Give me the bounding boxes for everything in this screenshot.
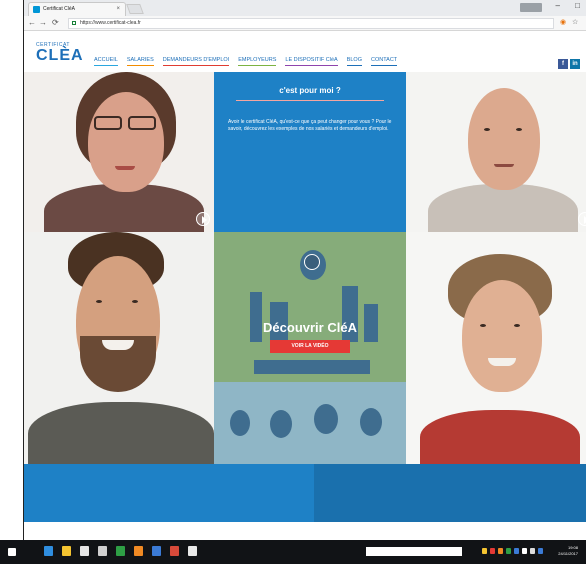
- video-tile[interactable]: Découvrir CléA VOIR LA VIDÉO: [214, 232, 406, 464]
- chrome-icon[interactable]: [134, 546, 143, 556]
- testimonial-tile-man-bald[interactable]: [406, 72, 586, 232]
- browser-window: Certificat CléA × – □ ← → ⟳ https://www.…: [24, 0, 586, 540]
- intro-title: c'est pour moi ?: [279, 86, 341, 95]
- watch-video-button[interactable]: VOIR LA VIDÉO: [270, 340, 350, 353]
- testimonial-grid: c'est pour moi ? Avoir le certificat Clé…: [24, 72, 586, 464]
- portrait-eye: [484, 128, 490, 131]
- volume-icon[interactable]: [530, 548, 535, 554]
- lock-icon: [72, 21, 76, 25]
- network-icon[interactable]: [522, 548, 527, 554]
- intro-text: Avoir le certificat CléA, qu'est-ce que …: [228, 119, 392, 132]
- video-title: Découvrir CléA: [263, 320, 357, 335]
- windows-start-icon[interactable]: [8, 548, 16, 556]
- browser-titlebar: Certificat CléA × – □: [24, 0, 586, 16]
- tray-icon[interactable]: [490, 548, 495, 554]
- play-icon[interactable]: [196, 212, 210, 226]
- portrait-shoulders: [28, 402, 214, 464]
- linkedin-icon[interactable]: in: [570, 59, 580, 69]
- tray-icon[interactable]: [482, 548, 487, 554]
- play-icon[interactable]: [578, 212, 586, 226]
- taskbar-app-icon[interactable]: [80, 546, 89, 556]
- intro-tile: c'est pour moi ? Avoir le certificat Clé…: [214, 72, 406, 232]
- testimonial-tile-man-curly[interactable]: [406, 232, 586, 464]
- intro-divider: [236, 100, 384, 101]
- nav-salaries[interactable]: SALARIES: [126, 57, 154, 66]
- main-nav: ACCUEIL SALARIES DEMANDEURS D'EMPLOI EMP…: [94, 57, 398, 66]
- illustration-icon: [230, 410, 250, 436]
- excel-icon[interactable]: [116, 546, 125, 556]
- reload-icon[interactable]: ⟳: [52, 18, 59, 28]
- portrait-smile: [488, 358, 516, 366]
- nav-employeurs[interactable]: EMPLOYEURS: [238, 57, 277, 66]
- illustration-icon: [360, 408, 382, 436]
- site-logo[interactable]: CLÈA: [36, 47, 84, 65]
- portrait-smile: [102, 340, 134, 350]
- url-text: https://www.certificat-clea.fr: [80, 20, 141, 26]
- window-user-badge[interactable]: [520, 3, 542, 12]
- nav-dispositif-clea[interactable]: LE DISPOSITIF CléA: [285, 57, 338, 66]
- tab-title: Certificat CléA: [43, 6, 75, 12]
- nav-contact[interactable]: CONTACT: [370, 57, 398, 66]
- word-icon[interactable]: [152, 546, 161, 556]
- taskbar-search-box[interactable]: [366, 547, 462, 556]
- bookmark-star-icon[interactable]: ☆: [572, 18, 578, 26]
- portrait-shoulders: [428, 184, 578, 232]
- browser-toolbar: ← → ⟳ https://www.certificat-clea.fr ◉ ☆: [24, 16, 586, 31]
- portrait-eye: [514, 324, 520, 327]
- nav-blog[interactable]: BLOG: [346, 57, 362, 66]
- testimonial-tile-woman[interactable]: [24, 72, 214, 232]
- left-margin-strip: [0, 0, 24, 540]
- footer-band: [24, 464, 314, 522]
- browser-tab[interactable]: Certificat CléA ×: [28, 2, 126, 16]
- portrait-eye: [480, 324, 486, 327]
- taskbar-app-icon[interactable]: [98, 546, 107, 556]
- testimonial-tile-man-bearded[interactable]: [24, 232, 214, 464]
- illustration-desk: [254, 360, 370, 374]
- site-favicon-icon: [33, 6, 40, 13]
- portrait-eye: [96, 300, 102, 303]
- tray-icon[interactable]: [498, 548, 503, 554]
- portrait-face: [88, 92, 164, 192]
- extension-icon[interactable]: ◉: [560, 18, 566, 26]
- portrait-shoulders: [420, 410, 580, 464]
- tray-icon[interactable]: [514, 548, 519, 554]
- glasses-left: [94, 116, 122, 130]
- file-explorer-icon[interactable]: [62, 546, 71, 556]
- nav-accueil[interactable]: ACCUEIL: [94, 57, 118, 66]
- site-header: CERTIFICAT CLÈA ACCUEIL SALARIES DEMANDE…: [24, 32, 586, 72]
- taskbar-clock[interactable]: 19:08 24/11/2017: [558, 545, 578, 557]
- windows-taskbar: 19:08 24/11/2017: [0, 540, 586, 564]
- portrait-mouth: [494, 164, 514, 167]
- forward-arrow-icon[interactable]: →: [39, 18, 47, 28]
- portrait-eye: [516, 128, 522, 131]
- clock-date: 24/11/2017: [558, 551, 578, 556]
- taskbar-app-icon[interactable]: [170, 546, 179, 556]
- nav-demandeurs-emploi[interactable]: DEMANDEURS D'EMPLOI: [162, 57, 230, 66]
- facebook-icon[interactable]: f: [558, 59, 568, 69]
- new-tab-button[interactable]: [126, 4, 144, 14]
- tray-icon[interactable]: [538, 548, 543, 554]
- glasses-right: [128, 116, 156, 130]
- maximize-button[interactable]: □: [575, 1, 580, 10]
- illustration-icon: [270, 410, 292, 438]
- tray-icon[interactable]: [506, 548, 511, 554]
- minimize-button[interactable]: –: [556, 1, 560, 10]
- taskbar-app-icon[interactable]: [188, 546, 197, 556]
- portrait-eye: [132, 300, 138, 303]
- address-bar[interactable]: https://www.certificat-clea.fr: [68, 18, 554, 29]
- portrait-face: [468, 88, 540, 190]
- video-play-icon[interactable]: [304, 254, 320, 270]
- back-arrow-icon[interactable]: ←: [28, 18, 36, 28]
- portrait-face: [462, 280, 542, 392]
- footer-band-dark: [314, 464, 586, 522]
- edge-icon[interactable]: [44, 546, 53, 556]
- illustration-icon: [314, 404, 338, 434]
- tab-close-icon[interactable]: ×: [116, 3, 120, 15]
- portrait-mouth: [115, 166, 135, 170]
